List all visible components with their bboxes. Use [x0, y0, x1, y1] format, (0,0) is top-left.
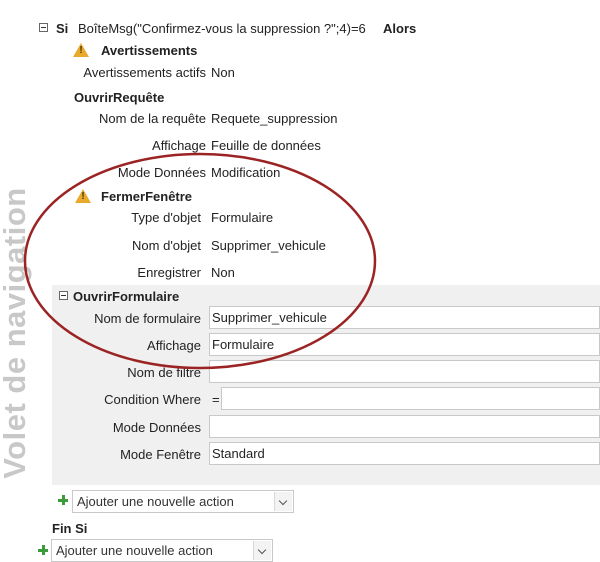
add-action-icon	[57, 494, 69, 506]
object-type-value[interactable]: Formulaire	[211, 210, 273, 225]
save-label: Enregistrer	[137, 265, 201, 280]
end-if-label: Fin Si	[52, 521, 88, 536]
window-mode-field[interactable]: Standard	[209, 442, 600, 465]
form-data-mode-label: Mode Données	[112, 420, 201, 435]
object-name-label: Nom d'objet	[132, 238, 201, 253]
warnings-active-label: Avertissements actifs	[83, 65, 206, 80]
add-action-combo[interactable]: Ajouter une nouvelle action	[72, 490, 294, 513]
filter-name-label: Nom de filtre	[127, 365, 201, 380]
form-name-field[interactable]: Supprimer_vehicule	[209, 306, 600, 329]
if-keyword: Si	[56, 21, 69, 36]
open-form-action-title[interactable]: OuvrirFormulaire	[73, 289, 179, 304]
add-action-combo-text: Ajouter une nouvelle action	[77, 494, 234, 509]
if-condition[interactable]: BoîteMsg("Confirmez-vous la suppression …	[78, 21, 366, 36]
filter-name-field[interactable]	[209, 360, 600, 383]
navigation-pane-label: Volet de navigation	[0, 187, 32, 479]
where-equals-sign: =	[212, 392, 220, 407]
form-data-mode-field[interactable]	[209, 415, 600, 438]
query-view-value[interactable]: Feuille de données	[211, 138, 321, 153]
collapse-open-form-icon[interactable]	[59, 291, 68, 300]
object-name-value[interactable]: Supprimer_vehicule	[211, 238, 326, 253]
warnings-active-value[interactable]: Non	[211, 65, 235, 80]
where-condition-field[interactable]	[221, 387, 600, 410]
save-value[interactable]: Non	[211, 265, 235, 280]
warnings-action-title[interactable]: Avertissements	[101, 43, 197, 58]
chevron-down-icon[interactable]	[274, 492, 292, 511]
open-query-action-title[interactable]: OuvrirRequête	[74, 90, 164, 105]
collapse-if-icon[interactable]	[39, 23, 48, 32]
query-data-mode-label: Mode Données	[117, 165, 206, 180]
form-view-label: Affichage	[147, 338, 201, 353]
close-window-action-title[interactable]: FermerFenêtre	[101, 189, 192, 204]
window-mode-label: Mode Fenêtre	[120, 447, 201, 462]
query-name-label: Nom de la requête	[99, 111, 206, 126]
query-view-label: Affichage	[152, 138, 206, 153]
query-name-value[interactable]: Requete_suppression	[211, 111, 337, 126]
then-keyword: Alors	[383, 21, 417, 36]
form-name-label: Nom de formulaire	[94, 311, 201, 326]
object-type-label: Type d'objet	[131, 210, 201, 225]
add-action-icon	[37, 544, 49, 556]
where-condition-label: Condition Where	[104, 392, 201, 407]
form-view-field[interactable]: Formulaire	[209, 333, 600, 356]
query-data-mode-value[interactable]: Modification	[211, 165, 280, 180]
navigation-pane[interactable]: Volet de navigation	[0, 150, 32, 551]
